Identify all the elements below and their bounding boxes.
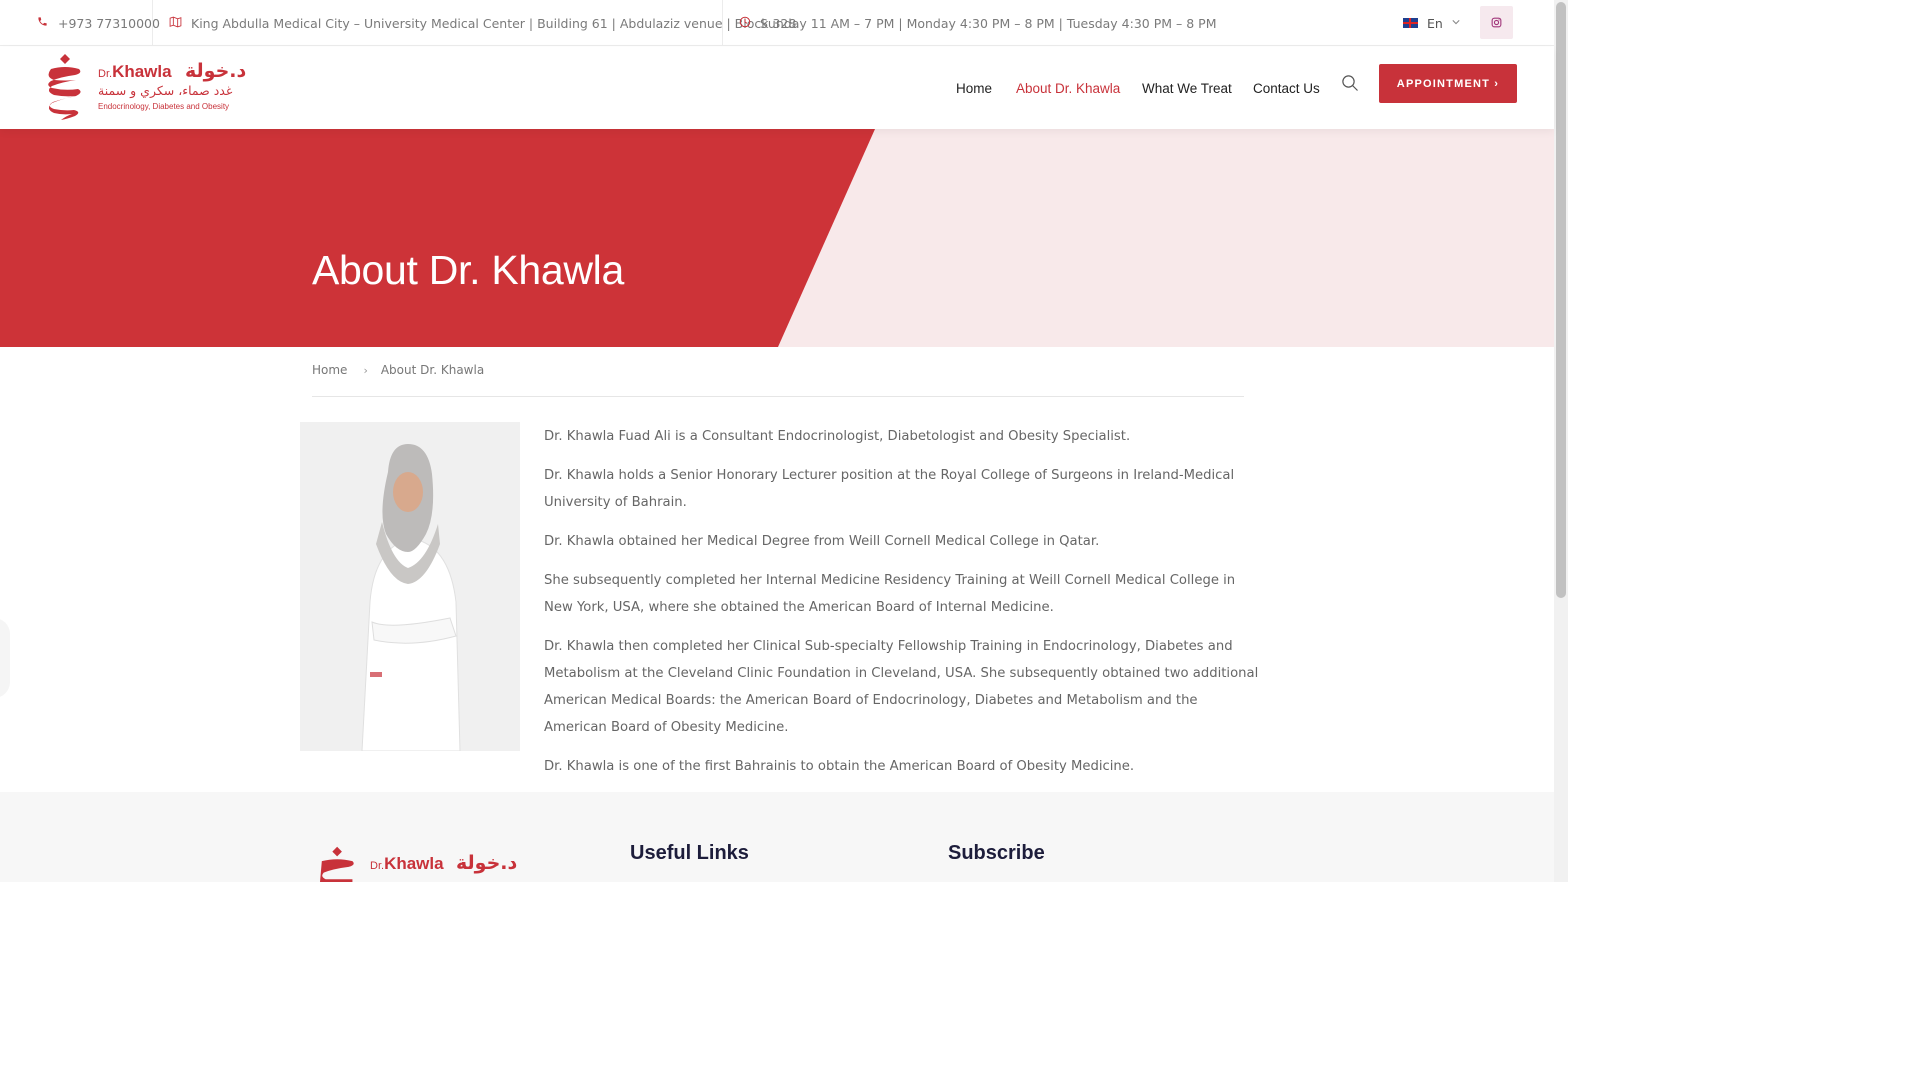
scrollbar-thumb[interactable] xyxy=(1556,2,1566,598)
about-content: Dr. Khawla Fuad Ali is a Consultant Endo… xyxy=(544,423,1260,792)
brand-tagline: Endocrinology, Diabetes and Obesity xyxy=(98,102,230,111)
hours-text: Sunday 11 AM – 7 PM | Monday 4:30 PM – 8… xyxy=(760,15,1217,31)
about-paragraph: Dr. Khawla is one of the first Bahrainis… xyxy=(544,759,1135,774)
uk-flag-icon xyxy=(1403,18,1418,28)
address-text: King Abdulla Medical City – University M… xyxy=(191,15,797,31)
hero-red-shape xyxy=(0,129,875,347)
phone-info[interactable]: +973 77310000 xyxy=(36,0,160,46)
about-paragraph: Dr. Khawla Fuad Ali is a Consultant Endo… xyxy=(544,429,1131,444)
brand-name: Dr.Khawla xyxy=(98,62,172,81)
phone-number: +973 77310000 xyxy=(58,15,160,31)
top-bar: +973 77310000 King Abdulla Medical City … xyxy=(0,0,1554,46)
about-paragraph: Dr. Khawla obtained her Medical Degree f… xyxy=(544,534,1100,549)
nav-what-we-treat[interactable]: What We Treat xyxy=(1142,47,1232,129)
footer-logo[interactable]: Dr.Khawla د.خولة xyxy=(318,844,518,882)
instagram-button[interactable] xyxy=(1480,6,1513,39)
phone-icon xyxy=(36,16,49,30)
about-paragraph: She subsequently completed her Internal … xyxy=(544,573,1236,615)
logo-mark-icon xyxy=(48,54,81,120)
useful-links-heading: Useful Links xyxy=(630,842,749,864)
brand-tagline-ar: غدد صماء، سكري و سمنة xyxy=(98,83,233,98)
page-title: About Dr. Khawla xyxy=(312,247,624,293)
footer-brand-name-ar: د.خولة xyxy=(456,852,518,874)
breadcrumb-home[interactable]: Home xyxy=(312,363,347,377)
appointment-button[interactable]: APPOINTMENT › xyxy=(1379,64,1517,103)
side-panel-handle[interactable] xyxy=(0,618,10,698)
footer: Dr.Khawla د.خولة Useful Links Subscribe xyxy=(0,792,1554,882)
language-selector[interactable]: En xyxy=(1403,0,1460,46)
clock-icon xyxy=(738,16,751,31)
breadcrumb-current: About Dr. Khawla xyxy=(380,363,485,377)
language-label: En xyxy=(1427,15,1443,31)
search-icon[interactable] xyxy=(1341,74,1361,94)
nav-about[interactable]: About Dr. Khawla xyxy=(1016,47,1120,129)
chevron-down-icon xyxy=(1452,18,1460,28)
doctor-photo xyxy=(300,422,520,751)
nav-contact[interactable]: Contact Us xyxy=(1253,47,1320,129)
divider xyxy=(722,0,723,46)
about-paragraph: Dr. Khawla then completed her Clinical S… xyxy=(544,639,1259,735)
page-hero: About Dr. Khawla xyxy=(0,129,1554,347)
logo-mark-icon xyxy=(320,846,354,882)
main-header: Dr.Khawla د.خولة غدد صماء، سكري و سمنة E… xyxy=(0,47,1554,129)
about-paragraph: Dr. Khawla holds a Senior Honorary Lectu… xyxy=(544,468,1235,510)
breadcrumb: Home › About Dr. Khawla xyxy=(312,363,484,377)
breadcrumb-separator: › xyxy=(363,363,368,377)
brand-name-ar: د.خولة xyxy=(185,60,247,82)
address-info: King Abdulla Medical City – University M… xyxy=(169,0,796,46)
map-icon xyxy=(169,16,182,31)
instagram-icon xyxy=(1491,17,1502,28)
divider xyxy=(312,396,1244,397)
hours-info: Sunday 11 AM – 7 PM | Monday 4:30 PM – 8… xyxy=(738,0,1217,46)
site-logo[interactable]: Dr.Khawla د.خولة غدد صماء، سكري و سمنة E… xyxy=(42,52,246,124)
footer-brand-name: Dr.Khawla xyxy=(370,854,444,873)
nav-home[interactable]: Home xyxy=(956,47,992,129)
divider xyxy=(152,0,153,46)
subscribe-heading: Subscribe xyxy=(948,842,1045,864)
